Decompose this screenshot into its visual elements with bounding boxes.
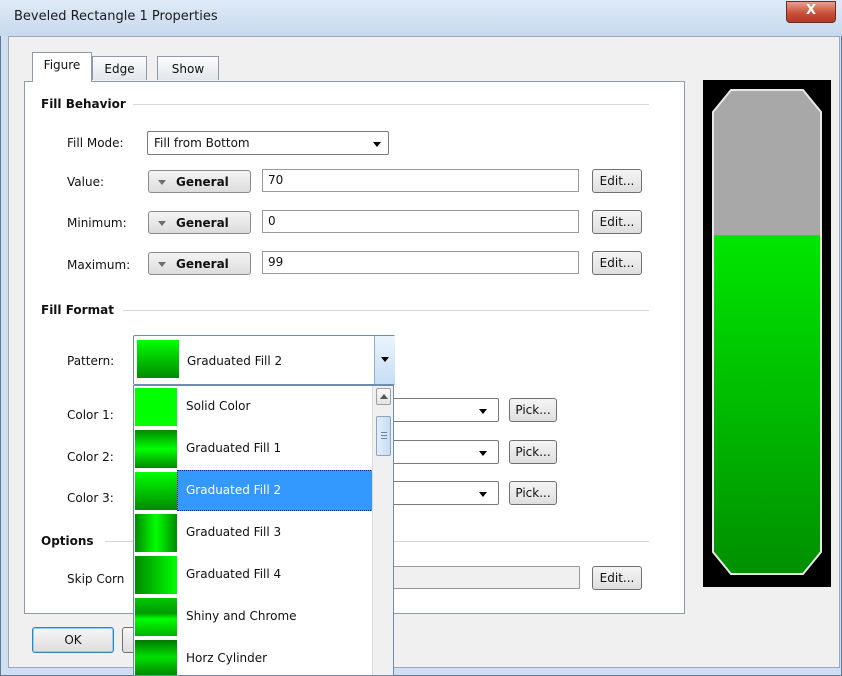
pattern-label: Pattern: <box>67 354 115 368</box>
list-item-graduated-fill-2[interactable]: Graduated Fill 2 <box>134 470 374 512</box>
fill-mode-label: Fill Mode: <box>67 136 124 150</box>
maximum-edit-button[interactable]: Edit... <box>592 251 642 275</box>
tab-edge[interactable]: Edge <box>92 56 147 80</box>
list-item-shiny-and-chrome[interactable]: Shiny and Chrome <box>134 596 374 638</box>
chevron-down-icon <box>479 451 487 456</box>
color1-label: Color 1: <box>67 408 114 422</box>
list-item-graduated-fill-4[interactable]: Graduated Fill 4 <box>134 554 374 596</box>
value-format-button[interactable]: General <box>148 170 251 193</box>
color3-pick-button[interactable]: Pick... <box>509 481 557 505</box>
scroll-thumb[interactable] <box>376 416 391 456</box>
skip-corners-edit-button[interactable]: Edit... <box>592 566 642 590</box>
chevron-down-icon <box>479 492 487 497</box>
pattern-value: Graduated Fill 2 <box>187 354 283 368</box>
value-format-label: General <box>176 175 229 189</box>
chevron-down-icon <box>373 142 381 147</box>
swatch-graduated-2 <box>135 472 177 510</box>
maximum-format-label: General <box>176 257 229 271</box>
fill-mode-select[interactable]: Fill from Bottom <box>147 131 389 155</box>
swatch-solid <box>135 388 177 426</box>
list-item-graduated-fill-1[interactable]: Graduated Fill 1 <box>134 428 374 470</box>
pattern-swatch <box>137 340 179 378</box>
close-button[interactable]: X <box>786 1 836 23</box>
minimum-label: Minimum: <box>67 216 127 230</box>
chevron-down-icon <box>381 357 389 362</box>
list-item-label: Solid Color <box>186 399 251 413</box>
list-item-label: Graduated Fill 3 <box>186 525 282 539</box>
maximum-format-button[interactable]: General <box>148 252 251 275</box>
list-item-graduated-fill-3[interactable]: Graduated Fill 3 <box>134 512 374 554</box>
color3-label: Color 3: <box>67 491 114 505</box>
maximum-label: Maximum: <box>67 258 131 272</box>
grip-icon <box>381 432 387 433</box>
dropdown-triangle-icon <box>158 180 166 185</box>
list-item-label: Graduated Fill 2 <box>186 483 282 497</box>
ok-button[interactable]: OK <box>32 627 114 653</box>
skip-corners-label: Skip Corn <box>67 572 125 586</box>
value-edit-button[interactable]: Edit... <box>592 169 642 193</box>
pattern-select[interactable]: Graduated Fill 2 <box>133 335 395 385</box>
minimum-format-label: General <box>176 216 229 230</box>
list-item-label: Graduated Fill 1 <box>186 441 282 455</box>
tab-show[interactable]: Show <box>157 56 219 80</box>
minimum-input[interactable]: 0 <box>262 210 579 233</box>
color2-label: Color 2: <box>67 450 114 464</box>
value-label: Value: <box>67 175 104 189</box>
pattern-dropdown-button[interactable] <box>374 336 395 384</box>
swatch-shiny <box>135 598 177 636</box>
minimum-format-button[interactable]: General <box>148 211 251 234</box>
color1-pick-button[interactable]: Pick... <box>509 398 557 422</box>
dropdown-scrollbar[interactable] <box>372 386 393 675</box>
scroll-up-button[interactable] <box>376 388 391 405</box>
dropdown-triangle-icon <box>158 262 166 267</box>
tab-figure[interactable]: Figure <box>32 52 92 82</box>
chevron-down-icon <box>479 409 487 414</box>
value-input[interactable]: 70 <box>262 169 579 192</box>
preview-fill-level <box>713 235 821 574</box>
minimum-edit-button[interactable]: Edit... <box>592 210 642 234</box>
window-title: Beveled Rectangle 1 Properties <box>14 9 218 24</box>
color2-pick-button[interactable]: Pick... <box>509 440 557 464</box>
title-bar[interactable]: Beveled Rectangle 1 Properties X <box>0 0 842 36</box>
chevron-up-icon <box>380 394 388 399</box>
pattern-dropdown-list: Solid Color Graduated Fill 1 Graduated F… <box>133 385 394 676</box>
options-heading: Options <box>41 534 94 548</box>
list-item-solid-color[interactable]: Solid Color <box>134 386 374 428</box>
preview-panel <box>703 80 831 587</box>
fill-mode-value: Fill from Bottom <box>154 136 250 150</box>
list-item-horz-cylinder[interactable]: Horz Cylinder <box>134 638 374 675</box>
swatch-graduated-4 <box>135 556 177 594</box>
list-item-label: Graduated Fill 4 <box>186 567 282 581</box>
swatch-graduated-3 <box>135 514 177 552</box>
dropdown-triangle-icon <box>158 221 166 226</box>
beveled-rectangle-preview <box>712 89 822 575</box>
list-item-label: Horz Cylinder <box>186 651 268 665</box>
fill-behavior-heading: Fill Behavior <box>41 97 126 111</box>
list-item-label: Shiny and Chrome <box>186 609 297 623</box>
maximum-input[interactable]: 99 <box>262 251 579 274</box>
swatch-graduated-1 <box>135 430 177 468</box>
fill-format-heading: Fill Format <box>41 303 114 317</box>
divider <box>123 310 649 311</box>
divider <box>133 104 649 105</box>
swatch-cylinder <box>135 640 177 675</box>
